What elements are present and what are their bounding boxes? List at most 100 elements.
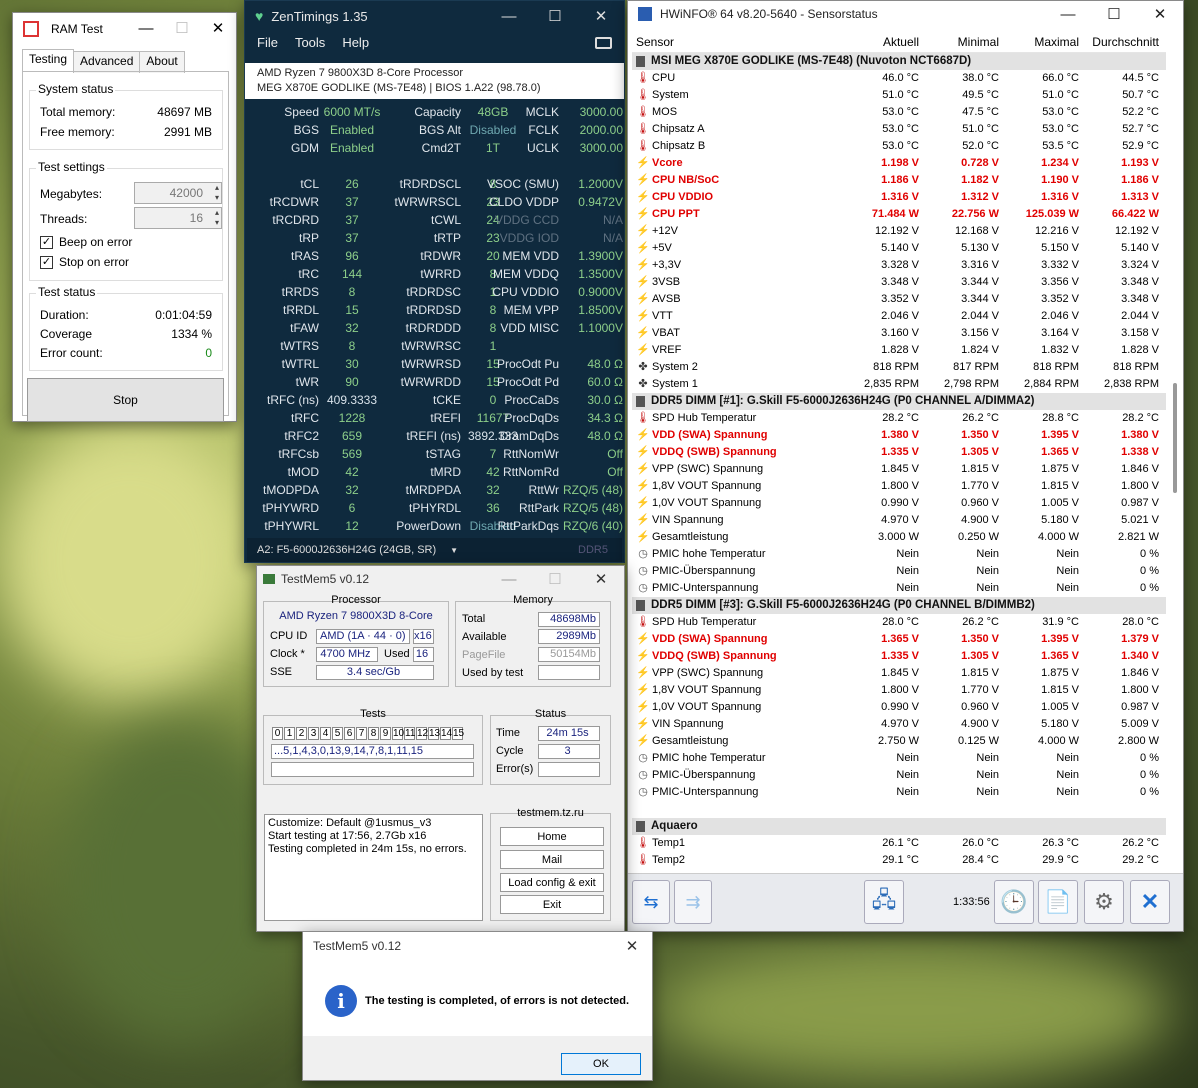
collapse-arrows-icon[interactable]: ⇆ [632, 880, 670, 924]
tab-about[interactable]: About [139, 51, 185, 73]
blank-row[interactable] [632, 801, 1166, 818]
sensor-row[interactable]: ✤ System 2 818 RPM 817 RPM 818 RPM 818 RPM [632, 359, 1166, 376]
close-button[interactable]: ✕ [578, 566, 624, 592]
column-header-current[interactable]: Aktuell [845, 31, 925, 52]
sensor-row[interactable]: ◷ PMIC hohe Temperatur Nein Nein Nein 0 % [632, 546, 1166, 563]
sensor-row[interactable]: ⚡ 1,8V VOUT Spannung 1.800 V 1.770 V 1.815 V… [632, 478, 1166, 495]
lightning-icon: ⚡ [636, 735, 650, 747]
sensor-row[interactable]: ⚡ VBAT 3.160 V 3.156 V 3.164 V 3.158 V [632, 325, 1166, 342]
sensor-row[interactable]: 🌡 Temp1 26.1 °C 26.0 °C 26.3 °C 26.2 °C [632, 835, 1166, 852]
sensor-group-header[interactable]: DDR5 DIMM [#3]: G.Skill F5-6000J2636H24G… [632, 597, 1166, 614]
sensor-row[interactable]: ⚡ VREF 1.828 V 1.824 V 1.832 V 1.828 V [632, 342, 1166, 359]
menu-tools[interactable]: Tools [295, 35, 325, 50]
sensor-row[interactable]: ✤ System 1 2,835 RPM 2,798 RPM 2,884 RPM 2,83… [632, 376, 1166, 393]
close-button[interactable]: ✕ [578, 1, 624, 31]
minimize-button[interactable]: — [486, 566, 532, 592]
maximize-button[interactable]: ☐ [1091, 1, 1137, 27]
sensor-group-header[interactable]: Aquaero [632, 818, 1166, 835]
stop-on-error-checkbox[interactable]: ✓ Stop on error [40, 255, 129, 269]
sensor-row[interactable]: ◷ PMIC hohe Temperatur Nein Nein Nein 0 % [632, 750, 1166, 767]
module-select[interactable]: A2: F5-6000J2636H24G (24GB, SR) ▼ DDR5 [247, 538, 622, 562]
column-header-min[interactable]: Minimal [925, 31, 1005, 52]
vertical-scrollbar[interactable] [1170, 53, 1180, 871]
report-add-icon[interactable]: 📄 [1038, 880, 1078, 924]
settings-gear-icon[interactable]: ⚙ [1084, 880, 1124, 924]
camera-icon[interactable] [595, 37, 612, 49]
sensor-row[interactable]: ⚡ 1,8V VOUT Spannung 1.800 V 1.770 V 1.815 V… [632, 682, 1166, 699]
maximize-button[interactable]: ☐ [532, 1, 578, 31]
maximize-button[interactable]: ☐ [164, 13, 200, 43]
load-config-exit-button[interactable]: Load config & exit [500, 873, 604, 892]
sensor-row[interactable]: ⚡ 1,0V VOUT Spannung 0.990 V 0.960 V 1.005 V… [632, 495, 1166, 512]
scrollbar-thumb[interactable] [1173, 383, 1177, 493]
close-button[interactable]: ✕ [1137, 1, 1183, 27]
log-textarea[interactable]: Customize: Default @1usmus_v3 Start test… [264, 814, 483, 921]
sensor-row[interactable]: ⚡ VTT 2.046 V 2.044 V 2.046 V 2.044 V [632, 308, 1166, 325]
sensor-row[interactable]: ⚡ Vcore 1.198 V 0.728 V 1.234 V 1.193 V [632, 155, 1166, 172]
threads-stepper[interactable]: 16 [134, 207, 222, 229]
mail-button[interactable]: Mail [500, 850, 604, 869]
menu-help[interactable]: Help [342, 35, 369, 50]
home-button[interactable]: Home [500, 827, 604, 846]
clock-icon[interactable]: 🕒 [994, 880, 1034, 924]
sensor-row[interactable]: ◷ PMIC-Unterspannung Nein Nein Nein 0 % [632, 580, 1166, 597]
minimize-button[interactable]: — [128, 13, 164, 43]
column-header-average[interactable]: Durchschnitt [1085, 31, 1165, 52]
megabytes-stepper[interactable]: 42000 [134, 182, 222, 204]
sensor-row[interactable]: 🌡 SPD Hub Temperatur 28.0 °C 26.2 °C 31.9 °C… [632, 614, 1166, 631]
timing-row: DramDqDs 48.0 Ω [483, 427, 623, 445]
sensor-row[interactable]: ◷ PMIC-Überspannung Nein Nein Nein 0 % [632, 563, 1166, 580]
stop-button[interactable]: Stop [27, 378, 224, 422]
sensor-row[interactable]: ⚡ VPP (SWC) Spannung 1.845 V 1.815 V 1.875 V… [632, 461, 1166, 478]
sensor-row[interactable]: ⚡ +3,3V 3.328 V 3.316 V 3.332 V 3.324 V [632, 257, 1166, 274]
sensor-row[interactable]: ◷ PMIC-Unterspannung Nein Nein Nein 0 % [632, 784, 1166, 801]
menu-file[interactable]: File [257, 35, 278, 50]
sensor-row[interactable]: 🌡 Chipsatz B 53.0 °C 52.0 °C 53.5 °C 52.9 °C [632, 138, 1166, 155]
sensor-row[interactable]: ⚡ Gesamtleistung 2.750 W 0.125 W 4.000 W 2.80… [632, 733, 1166, 750]
ok-button[interactable]: OK [561, 1053, 641, 1075]
sensor-row[interactable]: ⚡ CPU PPT 71.484 W 22.756 W 125.039 W 66.422 … [632, 206, 1166, 223]
beep-on-error-checkbox[interactable]: ✓ Beep on error [40, 235, 132, 249]
tab-testing[interactable]: Testing [22, 49, 75, 71]
sensor-row[interactable]: 🌡 Temp2 29.1 °C 28.4 °C 29.9 °C 29.2 °C [632, 852, 1166, 869]
sensor-row[interactable]: ⚡ Gesamtleistung 3.000 W 0.250 W 4.000 W 2.82… [632, 529, 1166, 546]
sensor-row[interactable]: 🌡 Chipsatz A 53.0 °C 51.0 °C 53.0 °C 52.7 °C [632, 121, 1166, 138]
sensor-row[interactable]: ⚡ 3VSB 3.348 V 3.344 V 3.356 V 3.348 V [632, 274, 1166, 291]
close-x-icon[interactable]: ✕ [1130, 880, 1170, 924]
sensor-row[interactable]: 🌡 MOS 53.0 °C 47.5 °C 53.0 °C 52.2 °C [632, 104, 1166, 121]
sensor-row[interactable]: ⚡ AVSB 3.352 V 3.344 V 3.352 V 3.348 V [632, 291, 1166, 308]
network-icon[interactable]: 🖧 [864, 880, 904, 924]
sensor-row[interactable]: ⚡ VDD (SWA) Spannung 1.380 V 1.350 V 1.395 V… [632, 427, 1166, 444]
sensor-row[interactable]: ⚡ CPU NB/SoC 1.186 V 1.182 V 1.190 V 1.186 V [632, 172, 1166, 189]
exit-button[interactable]: Exit [500, 895, 604, 914]
sensor-group-header[interactable]: DDR5 DIMM [#1]: G.Skill F5-6000J2636H24G… [632, 393, 1166, 410]
tab-advanced[interactable]: Advanced [73, 51, 141, 73]
close-button[interactable]: ✕ [612, 932, 652, 960]
sensor-row[interactable]: ⚡ VPP (SWC) Spannung 1.845 V 1.815 V 1.875 V… [632, 665, 1166, 682]
close-button[interactable]: ✕ [200, 13, 236, 43]
sensor-row[interactable]: ⚡ VIN Spannung 4.970 V 4.900 V 5.180 V 5.009 … [632, 716, 1166, 733]
sensor-row[interactable]: ⚡ VIN Spannung 4.970 V 4.900 V 5.180 V 5.021 … [632, 512, 1166, 529]
sensor-group-header[interactable]: MSI MEG X870E GODLIKE (MS-7E48) (Nuvoton… [632, 53, 1166, 70]
sensor-row[interactable]: ⚡ VDDQ (SWB) Spannung 1.335 V 1.305 V 1.365 … [632, 648, 1166, 665]
sensor-row[interactable]: ◷ PMIC-Überspannung Nein Nein Nein 0 % [632, 767, 1166, 784]
maximize-button[interactable]: ☐ [532, 566, 578, 592]
minimize-button[interactable]: — [486, 1, 532, 31]
average-value: 3.158 V [1121, 327, 1159, 339]
sensor-row[interactable]: ⚡ +5V 5.140 V 5.130 V 5.150 V 5.140 V [632, 240, 1166, 257]
sensor-row[interactable]: 🌡 CPU 46.0 °C 38.0 °C 66.0 °C 44.5 °C [632, 70, 1166, 87]
timing-label [373, 157, 461, 175]
column-header-max[interactable]: Maximal [1005, 31, 1085, 52]
min-value: 1.770 V [961, 480, 999, 492]
sensor-row[interactable]: ⚡ 1,0V VOUT Spannung 0.990 V 0.960 V 1.005 V… [632, 699, 1166, 716]
expand-arrows-icon[interactable]: ⇉ [674, 880, 712, 924]
sensor-row[interactable]: ⚡ VDD (SWA) Spannung 1.365 V 1.350 V 1.395 V… [632, 631, 1166, 648]
sensor-row[interactable]: ⚡ VDDQ (SWB) Spannung 1.335 V 1.305 V 1.365 … [632, 444, 1166, 461]
minimize-button[interactable]: — [1045, 1, 1091, 27]
timing-value [559, 337, 623, 355]
sensor-row[interactable]: 🌡 SPD Hub Temperatur 28.2 °C 26.2 °C 28.8 °C… [632, 410, 1166, 427]
column-header-sensor[interactable]: Sensor [632, 31, 845, 52]
sensor-row[interactable]: ⚡ +12V 12.192 V 12.168 V 12.216 V 12.192 V [632, 223, 1166, 240]
sensor-row[interactable]: ⚡ CPU VDDIO 1.316 V 1.312 V 1.316 V 1.313 V [632, 189, 1166, 206]
sensor-row[interactable]: 🌡 System 51.0 °C 49.5 °C 51.0 °C 50.7 °C [632, 87, 1166, 104]
